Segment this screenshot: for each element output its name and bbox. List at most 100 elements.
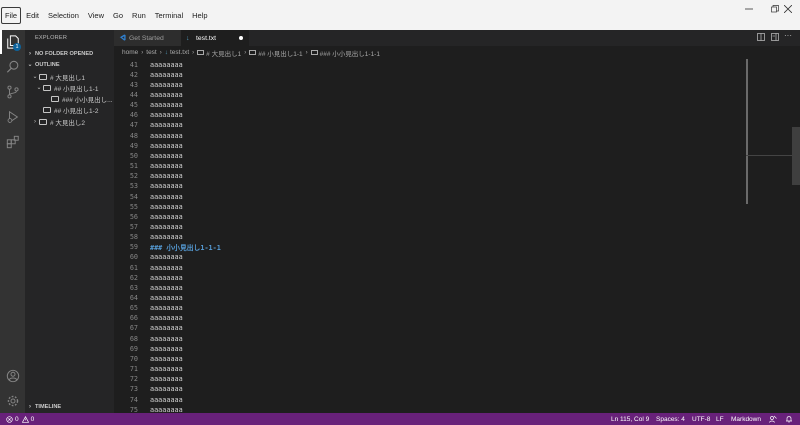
- editor-line[interactable]: 54 aaaaaaaa: [114, 191, 183, 201]
- source-control-icon[interactable]: [0, 80, 25, 104]
- editor-line[interactable]: 55 aaaaaaaa: [114, 202, 183, 212]
- encoding[interactable]: UTF-8: [692, 413, 710, 425]
- editor-line[interactable]: 66 aaaaaaaa: [114, 313, 183, 323]
- editor-line[interactable]: 71 aaaaaaaa: [114, 364, 183, 374]
- editor-line[interactable]: 47 aaaaaaaa: [114, 120, 183, 130]
- line-number: 60: [129, 253, 138, 262]
- breadcrumb-item[interactable]: ## 小見出し1-1: [258, 48, 302, 58]
- chevron-down-icon: ⌄: [36, 85, 42, 91]
- line-number: 56: [129, 212, 138, 221]
- editor-line[interactable]: 57 aaaaaaaa: [114, 222, 183, 232]
- minimize-icon[interactable]: [736, 0, 762, 18]
- editor-line[interactable]: 64 aaaaaaaa: [114, 293, 183, 303]
- unsaved-dot-icon[interactable]: [239, 36, 243, 40]
- editor-line[interactable]: 67 aaaaaaaa: [114, 323, 183, 333]
- menu-help[interactable]: Help: [188, 7, 211, 24]
- line-text: aaaaaaaa: [150, 334, 183, 343]
- menu-file[interactable]: File: [1, 6, 22, 24]
- close-icon[interactable]: [775, 0, 800, 18]
- timeline-section[interactable]: › TIMELINE: [25, 401, 114, 412]
- line-number: 58: [129, 233, 138, 242]
- breadcrumb-item[interactable]: ### 小小見出し1-1-1: [320, 48, 380, 58]
- indentation[interactable]: Spaces: 4: [656, 413, 685, 425]
- language-mode[interactable]: Markdown: [731, 413, 761, 425]
- line-text: aaaaaaaa: [150, 283, 183, 292]
- more-actions-icon[interactable]: ···: [784, 31, 792, 40]
- editor-line[interactable]: 44 aaaaaaaa: [114, 90, 183, 100]
- menu-view[interactable]: View: [84, 7, 108, 24]
- notifications-bell-icon[interactable]: [785, 413, 793, 425]
- sidebar: EXPLORER › NO FOLDER OPENED ⌄ OUTLINE ⌄ …: [25, 30, 114, 413]
- menu-run[interactable]: Run: [128, 7, 150, 24]
- settings-gear-icon[interactable]: [0, 389, 25, 413]
- line-text: aaaaaaaa: [150, 395, 183, 404]
- editor-area[interactable]: 41 aaaaaaaa 42 aaaaaaaa 43 aaaaaaaa 44 aaaaaaaa…: [114, 59, 800, 413]
- split-editor-icon[interactable]: [757, 33, 765, 43]
- feedback-icon[interactable]: [769, 413, 777, 425]
- no-folder-section[interactable]: › NO FOLDER OPENED: [25, 48, 114, 59]
- outline-item[interactable]: › # 大見出し2: [31, 116, 85, 127]
- editor-line[interactable]: 56 aaaaaaaa: [114, 212, 183, 222]
- tab-get-started[interactable]: Get Started: [114, 30, 181, 46]
- editor-line[interactable]: 49 aaaaaaaa: [114, 141, 183, 151]
- editor-line[interactable]: 42 aaaaaaaa: [114, 70, 183, 80]
- explorer-icon[interactable]: 1: [0, 30, 25, 54]
- line-number: 46: [129, 111, 138, 120]
- editor-line[interactable]: 63 aaaaaaaa: [114, 283, 183, 293]
- editor-line[interactable]: 43 aaaaaaaa: [114, 80, 183, 90]
- cursor-position[interactable]: Ln 115, Col 9: [611, 413, 649, 425]
- line-number: 65: [129, 304, 138, 313]
- tab-test-txt[interactable]: ↓ test.txt: [181, 30, 249, 46]
- open-preview-icon[interactable]: [771, 33, 779, 43]
- outline-item[interactable]: ### 小小見出し...: [43, 93, 114, 104]
- line-text: aaaaaaaa: [150, 202, 183, 211]
- editor-line[interactable]: 69 aaaaaaaa: [114, 344, 183, 354]
- account-icon[interactable]: [0, 364, 25, 388]
- outline-section[interactable]: ⌄ OUTLINE: [25, 59, 114, 70]
- editor-line[interactable]: 72 aaaaaaaa: [114, 374, 183, 384]
- editor-line[interactable]: 51 aaaaaaaa: [114, 161, 183, 171]
- problems-indicator[interactable]: 0 0: [6, 413, 34, 425]
- line-number: 64: [129, 294, 138, 302]
- extensions-icon[interactable]: [0, 130, 25, 154]
- search-icon[interactable]: [0, 55, 25, 79]
- editor-line[interactable]: 52 aaaaaaaa: [114, 171, 183, 181]
- menu-terminal[interactable]: Terminal: [151, 7, 187, 24]
- editor-line[interactable]: 74 aaaaaaaa: [114, 394, 183, 404]
- editor-line[interactable]: 53 aaaaaaaa: [114, 181, 183, 191]
- outline-item[interactable]: ⌄ # 大見出し1: [31, 71, 85, 82]
- minimap[interactable]: [746, 59, 751, 204]
- menu-edit[interactable]: Edit: [22, 7, 43, 24]
- string-symbol-icon: [310, 50, 318, 55]
- editor-line[interactable]: 75 aaaaaaaa: [114, 405, 183, 413]
- end-of-line[interactable]: LF: [716, 413, 724, 425]
- line-text: aaaaaaaa: [150, 344, 183, 353]
- breadcrumb-item[interactable]: test: [146, 49, 156, 56]
- editor-line[interactable]: 62 aaaaaaaa: [114, 273, 183, 283]
- breadcrumb-item[interactable]: # 大見出し1: [206, 48, 241, 58]
- outline-item-label: # 大見出し1: [50, 74, 86, 82]
- editor-line[interactable]: 59 ### 小小見出し1-1-1: [114, 242, 221, 252]
- breadcrumb-item[interactable]: home: [122, 49, 138, 56]
- editor-line[interactable]: 73 aaaaaaaa: [114, 384, 183, 394]
- editor-line[interactable]: 61 aaaaaaaa: [114, 263, 183, 273]
- editor-line[interactable]: 65 aaaaaaaa: [114, 303, 183, 313]
- run-debug-icon[interactable]: [0, 105, 25, 129]
- string-symbol-icon: [43, 84, 51, 91]
- line-number: 69: [129, 344, 138, 353]
- menu-go[interactable]: Go: [109, 7, 127, 24]
- editor-line[interactable]: 50 aaaaaaaa: [114, 151, 183, 161]
- editor-line[interactable]: 70 aaaaaaaa: [114, 354, 183, 364]
- editor-line[interactable]: 60 aaaaaaaa: [114, 252, 183, 262]
- editor-line[interactable]: 45 aaaaaaaa: [114, 100, 183, 110]
- editor-line[interactable]: 58 aaaaaaaa: [114, 232, 183, 242]
- outline-item[interactable]: ⌄ ## 小見出し1-1: [35, 82, 98, 93]
- outline-item[interactable]: ## 小見出し1-2: [35, 104, 98, 115]
- editor-line[interactable]: 46 aaaaaaaa: [114, 110, 183, 120]
- menu-selection[interactable]: Selection: [44, 7, 83, 24]
- scrollbar-thumb[interactable]: [792, 127, 800, 185]
- editor-line[interactable]: 41 aaaaaaaa: [114, 60, 183, 70]
- editor-line[interactable]: 48 aaaaaaaa: [114, 131, 183, 141]
- editor-line[interactable]: 68 aaaaaaaa: [114, 334, 183, 344]
- breadcrumb-item[interactable]: test.txt: [170, 49, 189, 56]
